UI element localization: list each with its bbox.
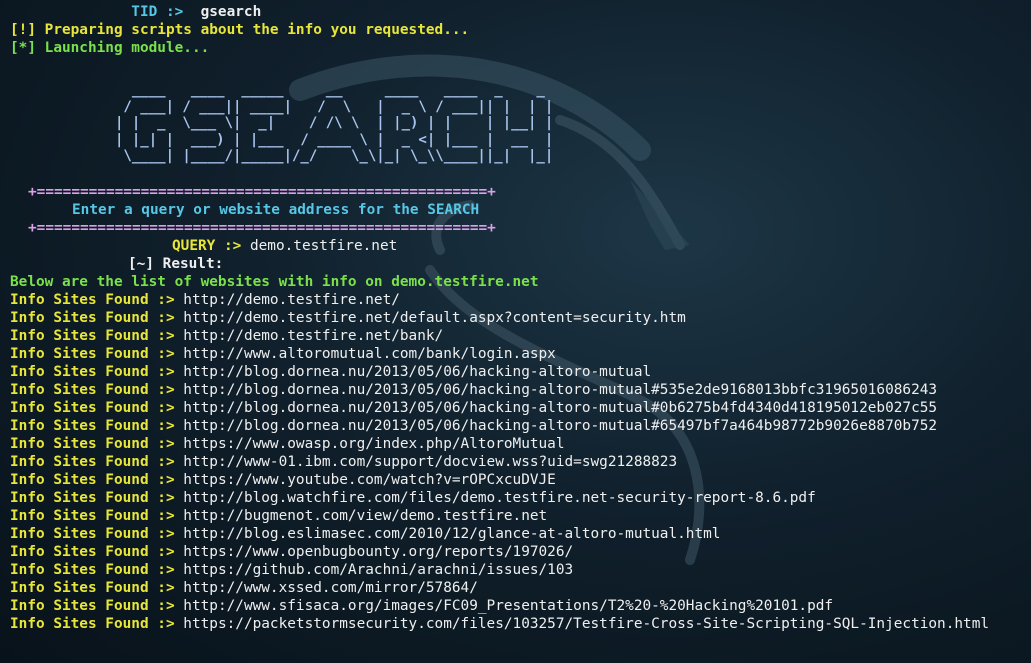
status-line-launching: [*] Launching module... bbox=[10, 40, 210, 56]
banner-row: / ___| / ___|| ____| / \ | _ \ / ___|| |… bbox=[115, 98, 554, 115]
result-url: http://www-01.ibm.com/support/docview.ws… bbox=[183, 454, 678, 470]
found-label: Info Sites Found :> bbox=[10, 616, 175, 632]
found-label: Info Sites Found :> bbox=[10, 400, 175, 416]
result-row: Info Sites Found :> http://blog.dornea.n… bbox=[10, 381, 1031, 399]
result-row: Info Sites Found :> http://www.sfisaca.o… bbox=[10, 597, 1031, 615]
result-row: Info Sites Found :> http://blog.dornea.n… bbox=[10, 417, 1031, 435]
result-url: https://www.youtube.com/watch?v=rOPCxcuD… bbox=[183, 472, 556, 488]
instruction-text: Enter a query or website address for the… bbox=[72, 202, 480, 218]
result-row: Info Sites Found :> https://github.com/A… bbox=[10, 561, 1031, 579]
results-summary: Below are the list of websites with info… bbox=[10, 274, 539, 290]
found-label: Info Sites Found :> bbox=[10, 526, 175, 542]
result-row: Info Sites Found :> http://demo.testfire… bbox=[10, 309, 1031, 327]
banner-row: | | _ \___ \| _| / /\ \ | |_) | | | |__|… bbox=[115, 115, 554, 131]
result-url: http://blog.dornea.nu/2013/05/06/hacking… bbox=[183, 364, 652, 380]
result-url: https://www.openbugbounty.org/reports/19… bbox=[183, 544, 574, 560]
found-label: Info Sites Found :> bbox=[10, 490, 175, 506]
found-label: Info Sites Found :> bbox=[10, 382, 175, 398]
query-value: demo.testfire.net bbox=[249, 238, 398, 254]
result-url: https://www.owasp.org/index.php/AltoroMu… bbox=[183, 436, 565, 452]
found-label: Info Sites Found :> bbox=[10, 598, 175, 614]
found-label: Info Sites Found :> bbox=[10, 436, 175, 452]
result-label: [~] Result: bbox=[128, 256, 224, 272]
result-url: http://www.sfisaca.org/images/FC09_Prese… bbox=[183, 598, 834, 614]
results-list: Info Sites Found :> http://demo.testfire… bbox=[10, 291, 1031, 633]
found-label: Info Sites Found :> bbox=[10, 310, 175, 326]
found-label: Info Sites Found :> bbox=[10, 508, 175, 524]
result-url: http://www.altoromutual.com/bank/login.a… bbox=[183, 346, 556, 362]
result-url: http://blog.dornea.nu/2013/05/06/hacking… bbox=[183, 382, 938, 398]
result-row: Info Sites Found :> http://blog.watchfir… bbox=[10, 489, 1031, 507]
result-url: http://www.xssed.com/mirror/57864/ bbox=[183, 580, 478, 596]
prompt-command: gsearch bbox=[200, 4, 262, 20]
result-url: http://demo.testfire.net/bank/ bbox=[183, 328, 444, 344]
result-url: http://demo.testfire.net/ bbox=[183, 292, 400, 308]
separator-bottom: +=======================================… bbox=[28, 220, 496, 236]
result-url: https://github.com/Arachni/arachni/issue… bbox=[183, 562, 574, 578]
result-row: Info Sites Found :> https://www.youtube.… bbox=[10, 471, 1031, 489]
result-url: http://bugmenot.com/view/demo.testfire.n… bbox=[183, 508, 548, 524]
found-label: Info Sites Found :> bbox=[10, 292, 175, 308]
gsearch-ascii-banner: ____ ____ _____ __ ____ ____ _ _ / ___| … bbox=[115, 82, 553, 165]
result-row: Info Sites Found :> http://bugmenot.com/… bbox=[10, 507, 1031, 525]
found-label: Info Sites Found :> bbox=[10, 364, 175, 380]
result-url: http://demo.testfire.net/default.aspx?co… bbox=[183, 310, 686, 326]
result-row: Info Sites Found :> http://www-01.ibm.co… bbox=[10, 453, 1031, 471]
result-row: Info Sites Found :> http://blog.eslimase… bbox=[10, 525, 1031, 543]
separator-top: +=======================================… bbox=[28, 184, 496, 200]
found-label: Info Sites Found :> bbox=[10, 472, 175, 488]
found-label: Info Sites Found :> bbox=[10, 580, 175, 596]
found-label: Info Sites Found :> bbox=[10, 454, 175, 470]
status-line-preparing: [!] Preparing scripts about the info you… bbox=[10, 22, 470, 38]
found-label: Info Sites Found :> bbox=[10, 346, 175, 362]
result-url: http://blog.watchfire.com/files/demo.tes… bbox=[183, 490, 816, 506]
found-label: Info Sites Found :> bbox=[10, 328, 175, 344]
found-label: Info Sites Found :> bbox=[10, 544, 175, 560]
result-row: Info Sites Found :> http://www.xssed.com… bbox=[10, 579, 1031, 597]
result-row: Info Sites Found :> https://www.owasp.or… bbox=[10, 435, 1031, 453]
banner-row: ____ ____ _____ __ ____ ____ _ _ bbox=[115, 82, 545, 98]
found-label: Info Sites Found :> bbox=[10, 418, 175, 434]
prompt-label: TID :> bbox=[131, 4, 184, 20]
query-label: QUERY :> bbox=[172, 238, 242, 254]
result-row: Info Sites Found :> http://blog.dornea.n… bbox=[10, 363, 1031, 381]
found-label: Info Sites Found :> bbox=[10, 562, 175, 578]
result-row: Info Sites Found :> http://demo.testfire… bbox=[10, 291, 1031, 309]
result-url: http://blog.eslimasec.com/2010/12/glance… bbox=[183, 526, 721, 542]
result-row: Info Sites Found :> https://www.openbugb… bbox=[10, 543, 1031, 561]
banner-row: \____| |____/|_____|/_/ \_\|_| \_\\____|… bbox=[115, 148, 554, 164]
result-row: Info Sites Found :> http://www.altoromut… bbox=[10, 345, 1031, 363]
banner-row: | |_| | ___) | |___ / ____ \ | _ <| |___… bbox=[115, 131, 554, 148]
result-url: http://blog.dornea.nu/2013/05/06/hacking… bbox=[183, 418, 938, 434]
result-row: Info Sites Found :> http://blog.dornea.n… bbox=[10, 399, 1031, 417]
result-row: Info Sites Found :> http://demo.testfire… bbox=[10, 327, 1031, 345]
result-url: http://blog.dornea.nu/2013/05/06/hacking… bbox=[183, 400, 938, 416]
result-row: Info Sites Found :> https://packetstorms… bbox=[10, 615, 1031, 633]
result-url: https://packetstormsecurity.com/files/10… bbox=[183, 616, 990, 632]
